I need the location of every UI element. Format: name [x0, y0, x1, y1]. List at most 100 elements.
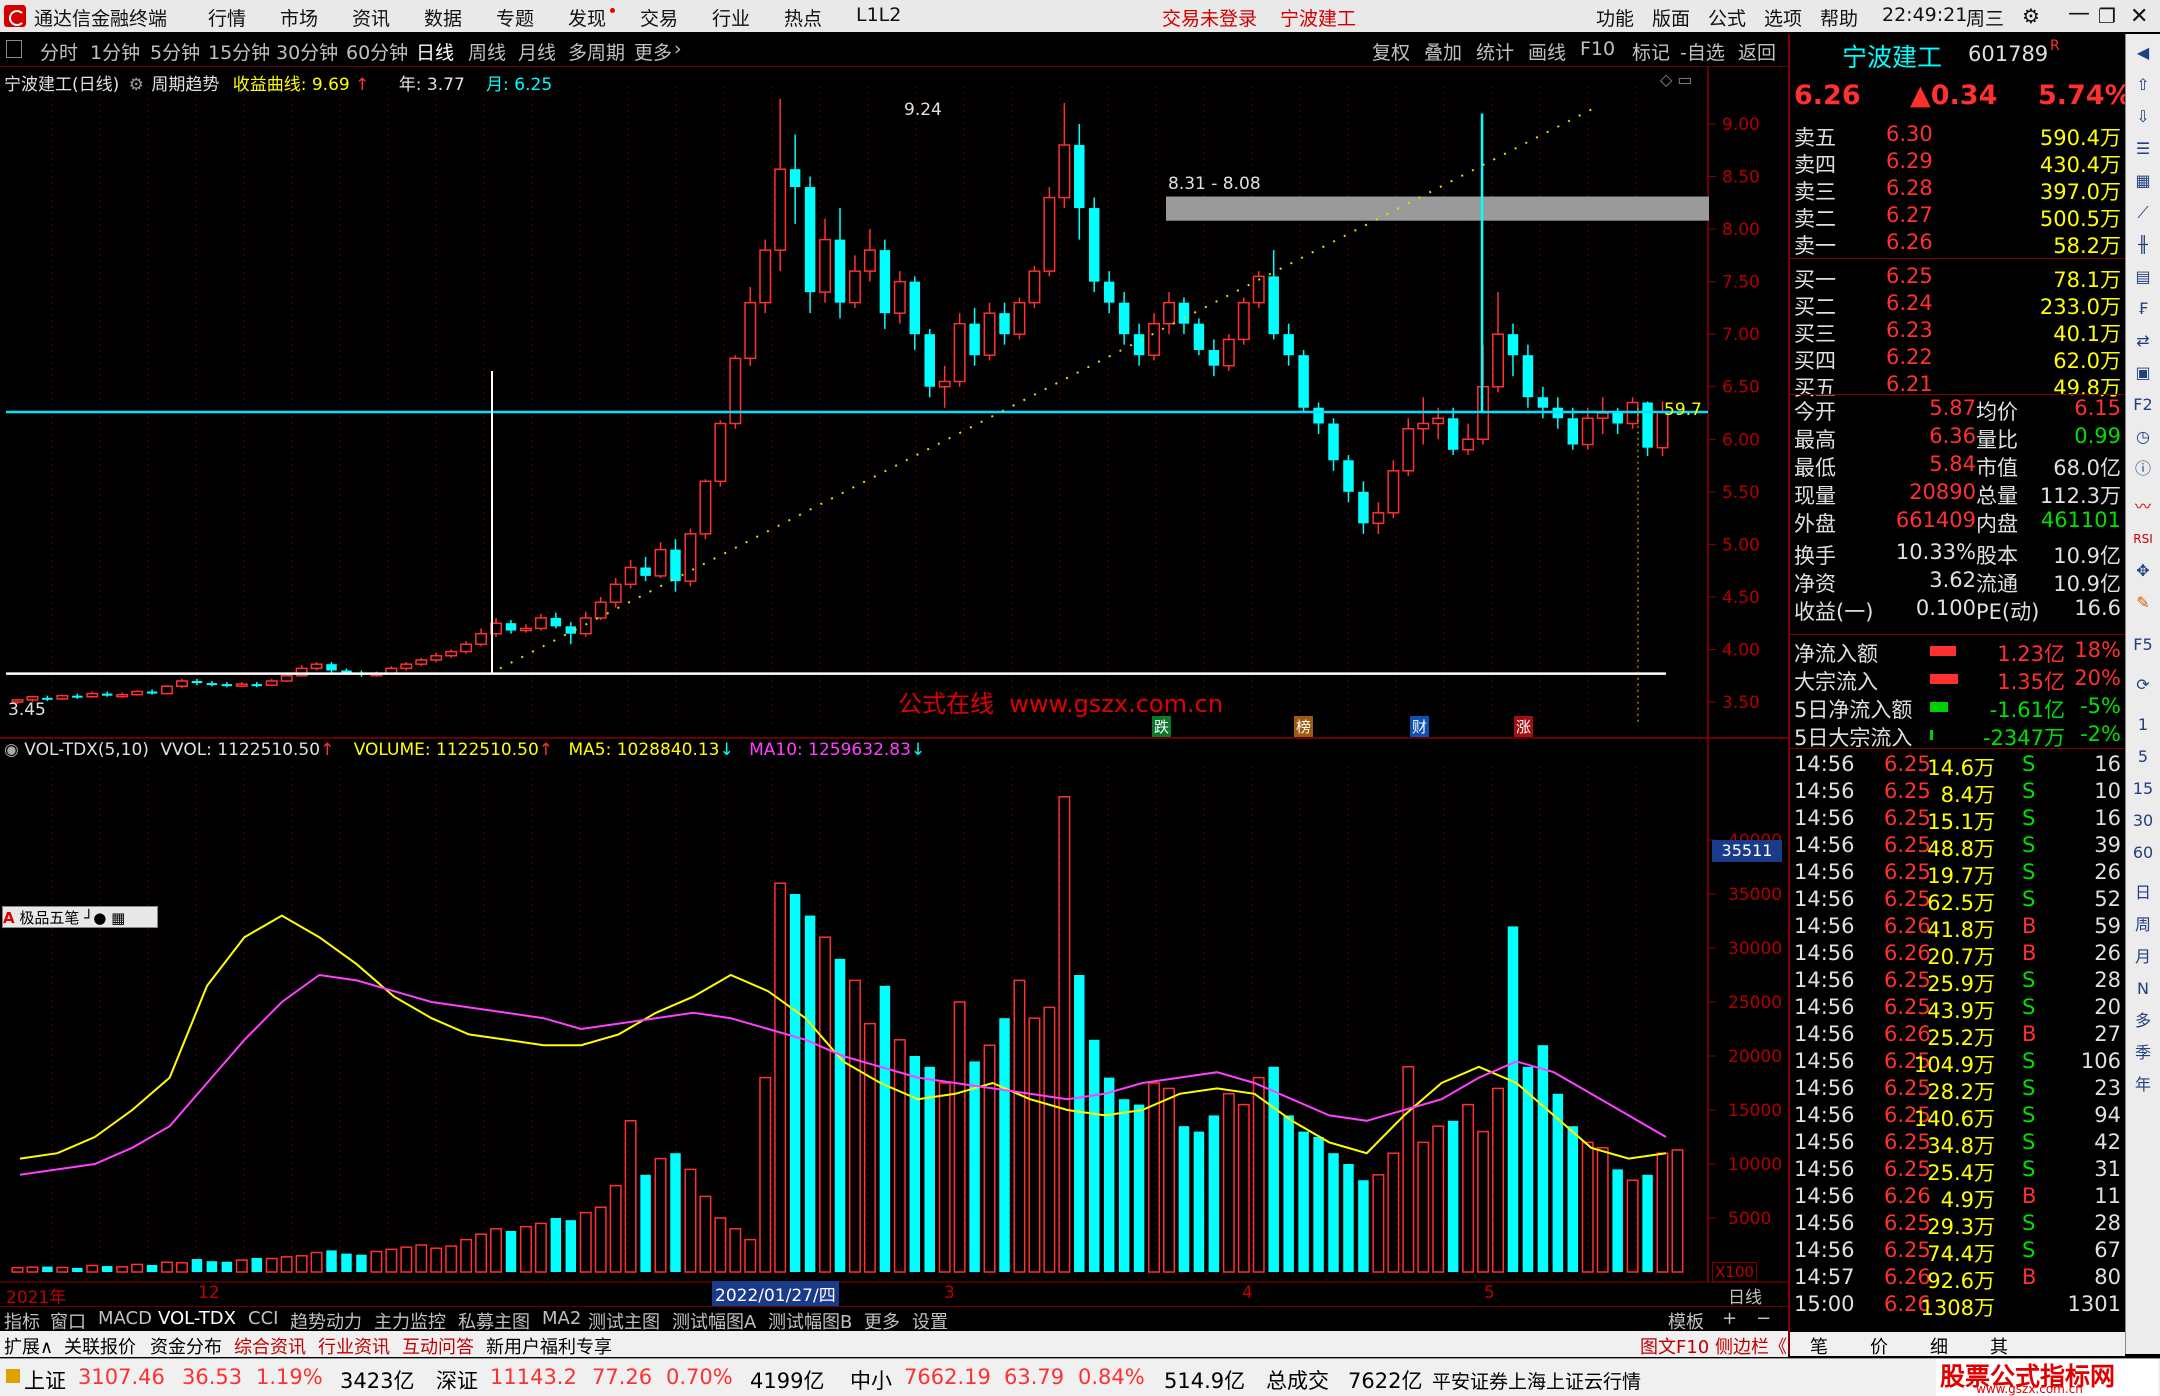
candle-body[interactable] — [1283, 334, 1294, 356]
candle-body[interactable] — [1013, 301, 1026, 335]
candle-body[interactable] — [1208, 349, 1220, 366]
volume-bar[interactable] — [579, 1211, 592, 1273]
volume-bar[interactable] — [1237, 1103, 1250, 1273]
candle-body[interactable] — [280, 674, 293, 682]
event-tag-fall[interactable]: 跌 — [1152, 716, 1172, 737]
zx-label[interactable]: 中小 — [850, 1365, 892, 1395]
volume-bar[interactable] — [1208, 1115, 1220, 1272]
volume-bar[interactable] — [310, 1251, 323, 1273]
candle-body[interactable] — [848, 270, 861, 304]
candle-body[interactable] — [1328, 423, 1339, 461]
btn-f10[interactable]: F10 — [1580, 38, 1615, 60]
menu-layout[interactable]: 版面 — [1652, 4, 1690, 31]
candle-body[interactable] — [1178, 302, 1190, 324]
menu-help[interactable]: 帮助 — [1820, 4, 1858, 31]
menu-market[interactable]: 市场 — [280, 4, 318, 31]
f5-icon[interactable]: F5 — [2132, 634, 2154, 656]
volume-bar[interactable] — [624, 1120, 637, 1273]
candle-body[interactable] — [206, 683, 218, 686]
volume-bar[interactable] — [1358, 1180, 1369, 1272]
volume-bar[interactable] — [1298, 1131, 1309, 1272]
btn-overlay[interactable]: 叠加 — [1424, 38, 1462, 65]
candle-body[interactable] — [235, 683, 248, 687]
volume-bar[interactable] — [879, 985, 891, 1272]
btn-restore-rights[interactable]: 复权 — [1372, 38, 1410, 65]
candle-body[interactable] — [804, 187, 816, 293]
candle-body[interactable] — [310, 663, 323, 670]
collapse-icon[interactable]: ◉ — [4, 740, 19, 760]
ime-toolbar[interactable]: A 极品五笔 ┘● ▦ — [2, 906, 158, 928]
candle-body[interactable] — [191, 680, 203, 684]
candle-body[interactable] — [1581, 417, 1594, 446]
tab-more[interactable]: 更多 — [634, 38, 672, 65]
period-multi[interactable]: 多 — [2132, 1010, 2154, 1032]
candle-body[interactable] — [1133, 334, 1145, 356]
volume-bar[interactable] — [175, 1262, 188, 1273]
menu-quotes[interactable]: 行情 — [208, 4, 246, 31]
tab-new-user[interactable]: 新用户福利专享 — [486, 1333, 612, 1359]
candle-body[interactable] — [953, 322, 966, 383]
volume-bar[interactable] — [251, 1257, 262, 1272]
tab-1min[interactable]: 1分钟 — [90, 38, 140, 65]
volume-bar[interactable] — [1222, 1093, 1235, 1273]
candle-body[interactable] — [670, 549, 681, 582]
candle-body[interactable] — [475, 632, 488, 645]
period-60[interactable]: 60 — [2132, 842, 2154, 864]
candle-body[interactable] — [1462, 438, 1475, 451]
volume-bar[interactable] — [1074, 975, 1085, 1272]
volume-bar[interactable] — [744, 1238, 757, 1273]
volume-bar[interactable] — [1656, 1152, 1669, 1273]
volume-bar[interactable] — [1492, 1087, 1505, 1273]
candle-icon[interactable]: ╫ — [2132, 234, 2154, 256]
tab-industry-news[interactable]: 行业资讯 — [318, 1333, 390, 1359]
candle-body[interactable] — [1237, 301, 1250, 341]
refresh-icon[interactable]: ⟳ — [2132, 674, 2154, 696]
candle-body[interactable] — [1343, 460, 1354, 492]
volume-bar[interactable] — [863, 1022, 876, 1273]
minimize-icon[interactable]: — — [2068, 1, 2090, 26]
vol-indicator-name[interactable]: VOL-TDX(5,10) — [24, 740, 149, 760]
volume-bar[interactable] — [1372, 1174, 1385, 1273]
volume-bar[interactable] — [475, 1233, 488, 1273]
volume-bar[interactable] — [1447, 1120, 1459, 1272]
candle-body[interactable] — [1432, 417, 1445, 425]
move-icon[interactable]: ✥ — [2132, 560, 2154, 582]
candle-body[interactable] — [415, 659, 428, 665]
volume-bar[interactable] — [206, 1261, 218, 1272]
volume-bar[interactable] — [654, 1157, 667, 1273]
candle-body[interactable] — [819, 238, 832, 293]
volume-bar[interactable] — [1507, 926, 1519, 1272]
sh-label[interactable]: 上证 — [24, 1365, 66, 1395]
candle-body[interactable] — [1537, 397, 1549, 408]
volume-bar[interactable] — [550, 1218, 562, 1272]
period-day[interactable]: 日 — [2132, 882, 2154, 904]
close-icon[interactable]: ✕ — [2130, 4, 2148, 29]
candle-body[interactable] — [1596, 412, 1609, 420]
up-arrow-icon[interactable]: ⇧ — [2132, 74, 2154, 96]
volume-bar[interactable] — [1028, 1017, 1041, 1273]
tab-fund-distribution[interactable]: 资金分布 — [150, 1333, 222, 1359]
volume-bar[interactable] — [1387, 1152, 1400, 1273]
candle-body[interactable] — [565, 626, 577, 634]
period-n[interactable]: N — [2132, 978, 2154, 1000]
volume-bar[interactable] — [280, 1256, 293, 1273]
volume-bar[interactable] — [1567, 1126, 1579, 1272]
candle-body[interactable] — [1642, 402, 1653, 448]
candle-body[interactable] — [265, 680, 278, 686]
server-name[interactable]: 平安证券上海上证云行情 — [1432, 1367, 1641, 1394]
indicator-name[interactable]: 周期趋势 — [151, 75, 219, 95]
candle-body[interactable] — [1612, 413, 1623, 424]
login-status[interactable]: 交易未登录 — [1162, 4, 1257, 31]
volume-bar[interactable] — [56, 1266, 69, 1273]
candle-body[interactable] — [221, 684, 233, 687]
tab-weekly[interactable]: 周线 — [468, 38, 506, 65]
volume-bar[interactable] — [1268, 1066, 1279, 1272]
candle-body[interactable] — [251, 684, 262, 687]
volume-bar[interactable] — [1612, 1169, 1623, 1272]
candle-body[interactable] — [609, 583, 622, 603]
volume-bar[interactable] — [191, 1259, 203, 1272]
candle-body[interactable] — [1402, 428, 1415, 472]
volume-bar[interactable] — [1552, 1093, 1564, 1272]
pen-icon[interactable]: ✎ — [2132, 592, 2154, 614]
candle-body[interactable] — [56, 694, 69, 700]
